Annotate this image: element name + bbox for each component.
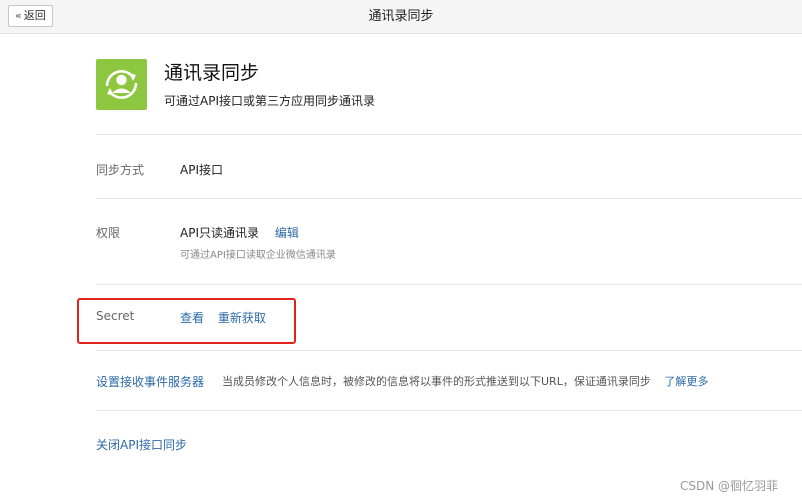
event-server-link[interactable]: 设置接收事件服务器 — [96, 373, 204, 390]
divider — [96, 198, 802, 199]
app-description: 可通过API接口或第三方应用同步通讯录 — [164, 94, 375, 108]
sync-mode-label: 同步方式 — [96, 163, 145, 177]
permission-value: API只读通讯录 — [180, 226, 259, 240]
divider — [96, 410, 802, 411]
refresh-secret-link[interactable]: 重新获取 — [218, 311, 266, 325]
event-server-row: 当成员修改个人信息时，被修改的信息将以事件的形式推送到以下URL，保证通讯录同步… — [222, 373, 708, 389]
divider — [96, 284, 802, 285]
view-secret-link[interactable]: 查看 — [180, 311, 204, 325]
close-api-sync-link[interactable]: 关闭API接口同步 — [96, 436, 187, 453]
secret-actions: 查看 重新获取 — [180, 309, 266, 326]
learn-more-link[interactable]: 了解更多 — [664, 375, 708, 388]
sync-mode-value: API接口 — [180, 163, 223, 177]
page-title: 通讯录同步 — [368, 9, 434, 24]
divider — [96, 350, 802, 351]
event-server-description: 当成员修改个人信息时，被修改的信息将以事件的形式推送到以下URL，保证通讯录同步 — [222, 375, 651, 388]
permission-label: 权限 — [96, 226, 121, 240]
top-bar: « 返回 通讯录同步 — [0, 0, 802, 34]
contacts-sync-icon — [96, 59, 147, 110]
permission-row: API只读通讯录 编辑 — [180, 224, 299, 241]
divider — [96, 134, 802, 135]
secret-label: Secret — [96, 309, 135, 323]
app-name: 通讯录同步 — [164, 62, 260, 84]
watermark: CSDN @徊忆羽菲 — [679, 479, 778, 493]
edit-permission-link[interactable]: 编辑 — [275, 226, 299, 240]
permission-description: 可通过API接口读取企业微信通讯录 — [180, 250, 336, 261]
